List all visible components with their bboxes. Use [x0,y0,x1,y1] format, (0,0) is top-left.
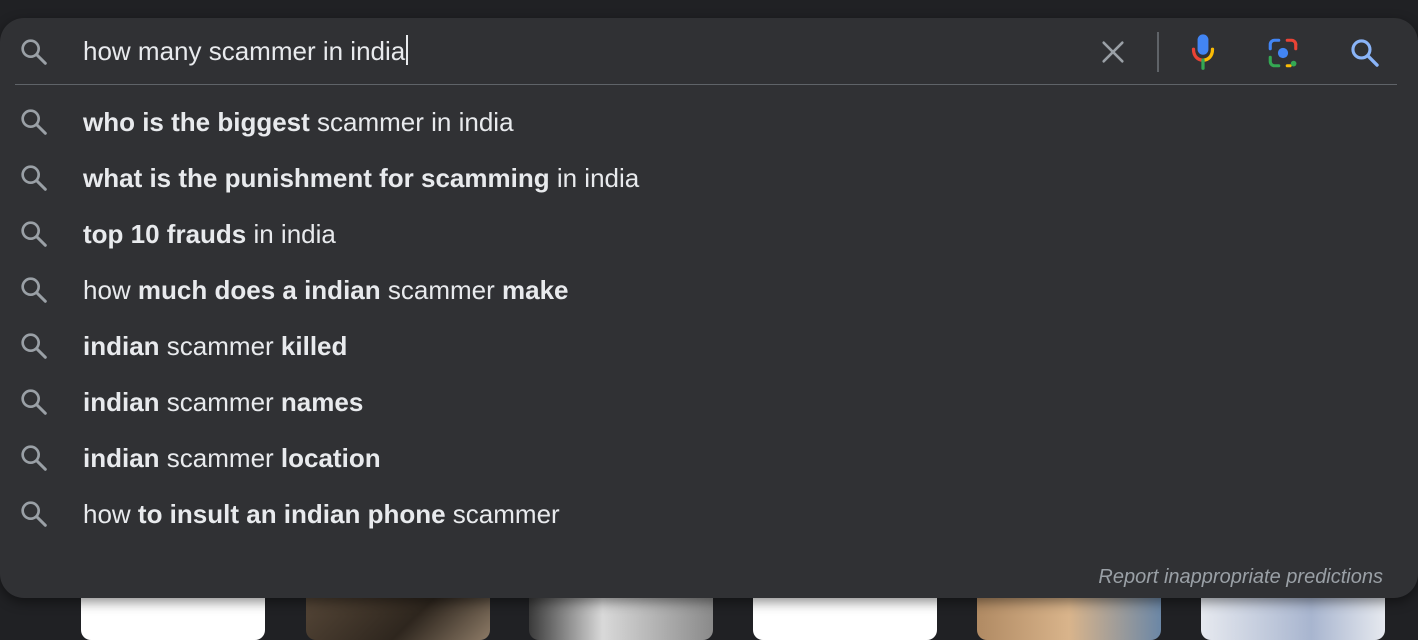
suggestion-query-match: in india [549,163,640,193]
suggestion-item[interactable]: who is the biggest scammer in india [0,94,1418,150]
suggestion-text: how to insult an indian phone scammer [83,497,560,531]
suggestion-completion-bold: make [501,275,569,305]
close-icon [1102,41,1124,63]
suggestion-item[interactable]: what is the punishment for scamming in i… [0,150,1418,206]
text-caret [406,35,409,65]
suggestion-completion-bold: what is the punishment for scamming [83,163,550,193]
suggestion-completion-bold: killed [280,331,348,361]
suggestion-item[interactable]: how much does a indian scammer make [0,262,1418,318]
suggestion-query-match: scammer [159,443,281,473]
search-icon [21,221,47,247]
suggestion-completion-bold: indian [83,331,160,361]
suggestion-item[interactable]: indian scammer names [0,374,1418,430]
search-submit-button[interactable] [1344,32,1386,74]
search-icon [21,501,47,527]
suggestion-text: what is the punishment for scamming in i… [83,161,639,195]
search-query-text: how many scammer in india [83,36,406,66]
clear-button[interactable] [1093,32,1133,72]
suggestion-text: indian scammer names [83,385,363,419]
suggestion-query-match: how [83,499,138,529]
suggestion-text: top 10 frauds in india [83,217,336,251]
search-icon [21,333,47,359]
suggestion-completion-bold: who is the biggest [83,107,310,137]
search-bar-divider [1157,32,1159,72]
suggestion-query-match: in india [246,219,336,249]
search-input[interactable]: how many scammer in india [83,34,409,68]
suggestion-query-match: scammer in india [309,107,514,137]
suggestion-text: indian scammer location [83,441,381,475]
suggestion-query-match: scammer [159,331,281,361]
voice-search-button[interactable] [1183,31,1223,73]
report-predictions-link[interactable]: Report inappropriate predictions [1098,566,1383,589]
suggestion-query-match: scammer [380,275,502,305]
suggestion-completion-bold: indian [83,443,160,473]
suggestion-text: indian scammer killed [83,329,347,363]
suggestion-query-match: how [83,275,138,305]
suggestion-text: how much does a indian scammer make [83,273,568,307]
microphone-icon [1191,34,1215,70]
search-bar-underline [15,84,1397,85]
search-icon [21,39,47,65]
suggestion-completion-bold: top 10 frauds [83,219,247,249]
search-icon [21,277,47,303]
suggestion-completion-bold: location [280,443,381,473]
suggestion-item[interactable]: how to insult an indian phone scammer [0,486,1418,542]
suggestion-item[interactable]: top 10 frauds in india [0,206,1418,262]
suggestion-item[interactable]: indian scammer location [0,430,1418,486]
search-icon [21,109,47,135]
suggestion-query-match: scammer [159,387,281,417]
suggestion-list: who is the biggest scammer in india what … [0,94,1418,542]
suggestion-completion-bold: to insult an indian phone [137,499,446,529]
suggestion-text: who is the biggest scammer in india [83,105,514,139]
suggestion-item[interactable]: indian scammer killed [0,318,1418,374]
camera-lens-icon [1268,38,1298,68]
suggestion-completion-bold: indian [83,387,160,417]
search-by-image-button[interactable] [1262,32,1304,74]
search-icon [21,165,47,191]
search-icon [21,389,47,415]
suggestion-completion-bold: much does a indian [137,275,381,305]
search-bar: how many scammer in india [0,18,1418,84]
search-autocomplete-panel: how many scammer in india who is the big… [0,18,1418,598]
suggestion-completion-bold: names [280,387,364,417]
suggestion-query-match: scammer [445,499,560,529]
search-icon [1351,39,1379,67]
search-icon [21,445,47,471]
